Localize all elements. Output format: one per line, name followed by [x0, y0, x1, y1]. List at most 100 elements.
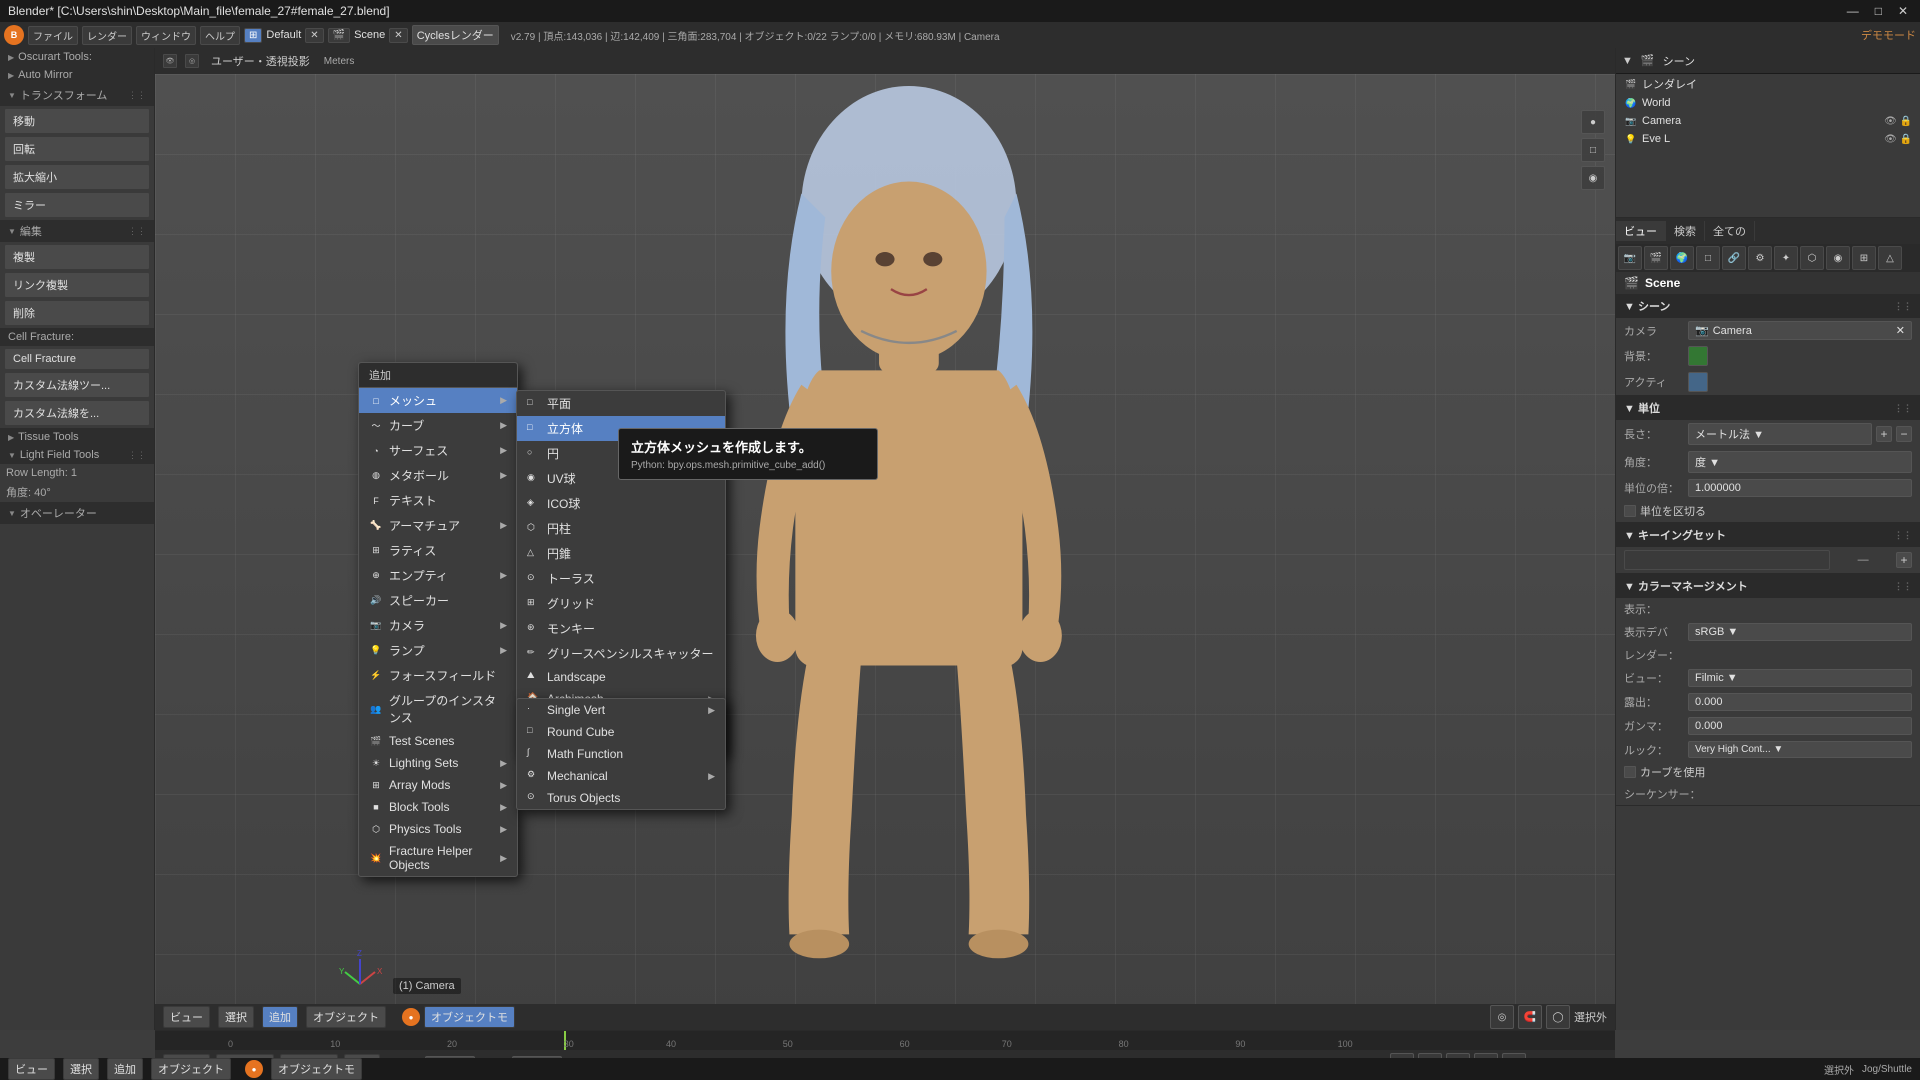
color-mgmt-header[interactable]: ▼ カラーマネージメント ⋮⋮	[1616, 574, 1920, 598]
menu-group-instance[interactable]: 👥 グループのインスタンス	[359, 688, 517, 730]
length-minus[interactable]: −	[1896, 426, 1912, 442]
minimize-button[interactable]: —	[1843, 4, 1863, 18]
menu-mesh[interactable]: □ メッシュ ▶	[359, 388, 517, 413]
menu-text[interactable]: F テキスト	[359, 488, 517, 513]
layout-close[interactable]: ✕	[305, 28, 323, 43]
move-button[interactable]: 移動	[4, 108, 150, 134]
proportional-btn[interactable]: ◯	[1546, 1005, 1570, 1029]
custom-normals-button[interactable]: カスタム法線ツー...	[4, 372, 150, 398]
exposure-input[interactable]: 0.000	[1688, 693, 1912, 711]
custom-normals2-button[interactable]: カスタム法線を...	[4, 400, 150, 426]
render-mode-btn[interactable]: ◎	[185, 54, 199, 68]
outliner-item-scene[interactable]: 🎬 レンダレイ	[1616, 74, 1920, 94]
rendered-shading-btn[interactable]: ◉	[1581, 166, 1605, 190]
mirror-button[interactable]: ミラー	[4, 192, 150, 218]
mesh-plane[interactable]: □ 平面	[517, 391, 725, 416]
menu-metaball[interactable]: ◍ メタボール ▶	[359, 463, 517, 488]
cell-fracture-section[interactable]: Cell Fracture:	[0, 328, 154, 346]
scene-close[interactable]: ✕	[389, 28, 407, 43]
menu-surface[interactable]: ◔ サーフェス ▶	[359, 438, 517, 463]
sb-view-btn[interactable]: ビュー	[8, 1058, 55, 1080]
sb-object-mode[interactable]: オブジェクトモ	[271, 1058, 362, 1080]
mesh-torus[interactable]: ⊙ トーラス	[517, 566, 725, 591]
mesh-cylinder[interactable]: ⬡ 円柱	[517, 516, 725, 541]
material-props-icon[interactable]: ◉	[1826, 246, 1850, 270]
help-menu[interactable]: ヘルプ	[200, 26, 240, 45]
mesh-cone[interactable]: △ 円錐	[517, 541, 725, 566]
active-color-swatch[interactable]	[1688, 372, 1708, 392]
sb-select-btn[interactable]: 選択	[63, 1058, 99, 1080]
menu-camera[interactable]: 📷 カメラ ▶	[359, 613, 517, 638]
angle-select[interactable]: 度 ▼	[1688, 451, 1912, 473]
menu-empty[interactable]: ⊕ エンプティ ▶	[359, 563, 517, 588]
keying-input[interactable]	[1624, 550, 1830, 570]
rotate-button[interactable]: 回転	[4, 136, 150, 162]
units-section-header[interactable]: ▼ 単位 ⋮⋮	[1616, 396, 1920, 420]
render-menu[interactable]: レンダー	[82, 26, 132, 45]
add-btn[interactable]: 追加	[262, 1006, 298, 1028]
scene-section-header[interactable]: ▼ シーン ⋮⋮	[1616, 294, 1920, 318]
view-mode-btn[interactable]: 👁	[163, 54, 177, 68]
constraint-props-icon[interactable]: 🔗	[1722, 246, 1746, 270]
outliner-item-world[interactable]: 🌍 World	[1616, 94, 1920, 112]
tab-view[interactable]: ビュー	[1616, 221, 1666, 241]
mesh-icosphere[interactable]: ◈ ICO球	[517, 491, 725, 516]
keying-plus[interactable]: +	[1896, 552, 1912, 568]
duplicate-button[interactable]: 複製	[4, 244, 150, 270]
snap-btn[interactable]: 🧲	[1518, 1005, 1542, 1029]
data-props-icon[interactable]: △	[1878, 246, 1902, 270]
object-btn[interactable]: オブジェクト	[306, 1006, 386, 1028]
sb-add-btn[interactable]: 追加	[107, 1058, 143, 1080]
select-btn[interactable]: 選択	[218, 1006, 254, 1028]
layout-select[interactable]: ⊞	[244, 28, 262, 43]
menu-lattice[interactable]: ⊞ ラティス	[359, 538, 517, 563]
scene-props-icon[interactable]: 🎬	[1644, 246, 1668, 270]
mesh-gpencil-scatter[interactable]: ✏ グリースペンシルスキャッター	[517, 641, 725, 666]
render-engine[interactable]: Cyclesレンダー	[412, 25, 499, 45]
view-btn[interactable]: ビュー	[163, 1006, 210, 1028]
menu-block-tools[interactable]: ■ Block Tools ▶	[359, 796, 517, 818]
outliner-item-lamp[interactable]: 💡 Eve L 👁 🔒	[1616, 130, 1920, 148]
sb-object-btn[interactable]: オブジェクト	[151, 1058, 231, 1080]
edit-section[interactable]: ▼ 編集 ⋮⋮	[0, 220, 154, 242]
delete-button[interactable]: 削除	[4, 300, 150, 326]
menu-speaker[interactable]: 🔊 スピーカー	[359, 588, 517, 613]
display-device-select[interactable]: sRGB ▼	[1688, 623, 1912, 641]
modifier-props-icon[interactable]: ⚙	[1748, 246, 1772, 270]
tab-all[interactable]: 全ての	[1705, 221, 1755, 241]
automirror-section[interactable]: ▶ Auto Mirror	[0, 66, 154, 84]
length-select[interactable]: メートル法 ▼	[1688, 423, 1872, 445]
close-button[interactable]: ✕	[1894, 4, 1912, 18]
unit-scale-input[interactable]: 1.000000	[1688, 479, 1912, 497]
tab-search[interactable]: 検索	[1666, 221, 1705, 241]
use-curves-checkbox[interactable]	[1624, 766, 1636, 778]
object-mode-btn[interactable]: オブジェクトモ	[424, 1006, 515, 1028]
pivot-btn[interactable]: ◎	[1490, 1005, 1514, 1029]
render-props-icon[interactable]: 📷	[1618, 246, 1642, 270]
object-props-icon[interactable]: □	[1696, 246, 1720, 270]
look-select[interactable]: Very High Cont... ▼	[1688, 741, 1912, 758]
lightfield-section[interactable]: ▼ Light Field Tools ⋮⋮	[0, 446, 154, 464]
gamma-input[interactable]: 0.000	[1688, 717, 1912, 735]
view-transform-select[interactable]: Filmic ▼	[1688, 669, 1912, 687]
extra-round-cube[interactable]: □ Round Cube	[517, 721, 725, 743]
menu-lighting-sets[interactable]: ☀ Lighting Sets ▶	[359, 752, 517, 774]
menu-array-mods[interactable]: ⊞ Array Mods ▶	[359, 774, 517, 796]
mesh-grid[interactable]: ⊞ グリッド	[517, 591, 725, 616]
mesh-landscape[interactable]: ⛰ Landscape	[517, 666, 725, 688]
extra-mechanical[interactable]: ⚙ Mechanical ▶	[517, 765, 725, 787]
solid-shading-btn[interactable]: ●	[1581, 110, 1605, 134]
menu-fracture-helper[interactable]: 💥 Fracture Helper Objects ▶	[359, 840, 517, 876]
physics-props-icon[interactable]: ⬡	[1800, 246, 1824, 270]
particle-props-icon[interactable]: ✦	[1774, 246, 1798, 270]
tissue-section[interactable]: ▶ Tissue Tools	[0, 428, 154, 446]
window-menu[interactable]: ウィンドウ	[136, 26, 196, 45]
extra-single-vert[interactable]: · Single Vert ▶	[517, 699, 725, 721]
extra-torus-objects[interactable]: ⊙ Torus Objects	[517, 787, 725, 809]
file-menu[interactable]: ファイル	[28, 26, 78, 45]
oscurart-section[interactable]: ▶ Oscurart Tools:	[0, 48, 154, 66]
cell-fracture-button[interactable]: Cell Fracture	[4, 348, 150, 370]
link-duplicate-button[interactable]: リンク複製	[4, 272, 150, 298]
outliner-item-camera[interactable]: 📷 Camera 👁 🔒	[1616, 112, 1920, 130]
extra-math-function[interactable]: ∫ Math Function	[517, 743, 725, 765]
